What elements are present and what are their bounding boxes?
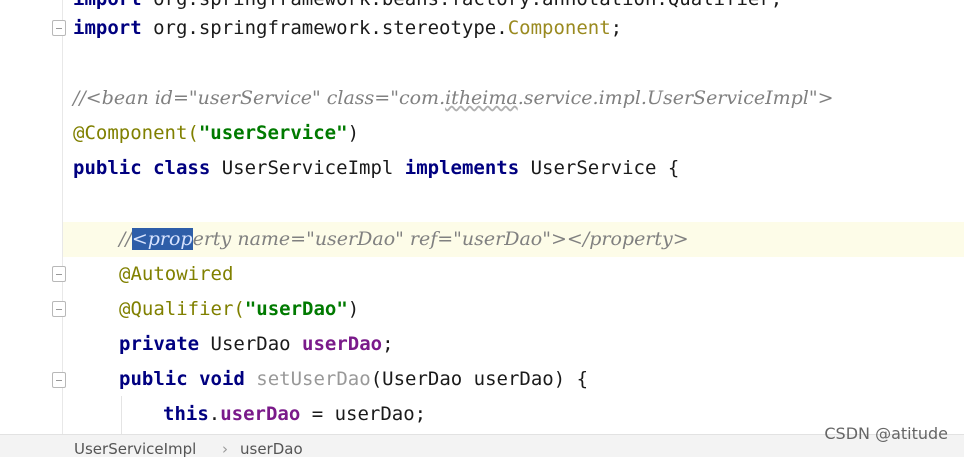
import-path: org.springframework.beans.factory.annota… [142, 0, 782, 10]
watermark: CSDN @atitude [824, 424, 948, 443]
code-line-autowired[interactable]: @Autowired [119, 257, 233, 292]
code-line-bean-comment[interactable]: //<bean id="userService" class="com.ithe… [73, 81, 834, 116]
code-line-component-annotation[interactable]: @Component("userService") [73, 116, 359, 151]
keyword-public: public [119, 368, 188, 390]
code-line-import-component[interactable]: import org.springframework.stereotype.Co… [73, 11, 622, 46]
editor-gutter [0, 0, 66, 434]
code-line-setter-body[interactable]: this.userDao = userDao; [163, 397, 426, 432]
type-name: UserDao [199, 333, 303, 355]
annotation: @Autowired [119, 263, 234, 285]
semicolon: ; [382, 333, 394, 355]
breadcrumb-member[interactable]: userDao [240, 435, 303, 463]
field-name: userDao [302, 333, 383, 355]
keyword-import: import [73, 17, 142, 39]
field-name: userDao [220, 403, 301, 425]
dot: . [208, 403, 221, 425]
code-line-field-declaration[interactable]: private UserDao userDao; [119, 327, 394, 362]
breadcrumb: UserServiceImpl › userDao [0, 434, 964, 458]
string-literal: "userService" [198, 122, 348, 144]
selected-text[interactable]: <prop [131, 228, 193, 250]
semicolon: ; [610, 17, 623, 39]
paren: ) [347, 298, 360, 320]
comment-slashes: // [119, 228, 132, 250]
code-line-class-declaration[interactable]: public class UserServiceImpl implements … [73, 151, 679, 186]
assignment: = userDao; [300, 403, 427, 425]
method-params: (UserDao userDao) { [370, 368, 589, 390]
paren: ) [347, 122, 360, 144]
comment-typo-word: itheima [445, 87, 518, 109]
keyword-implements: implements [404, 157, 520, 179]
keyword-void: void [199, 368, 245, 390]
class-name: UserServiceImpl [210, 157, 405, 179]
code-line-property-comment[interactable]: //<property name="userDao" ref="userDao"… [63, 222, 964, 257]
comment-text: .service.impl.UserServiceImpl"> [517, 87, 834, 109]
interface-name: UserService { [519, 157, 680, 179]
keyword-import: import [73, 0, 142, 10]
import-class: Component [507, 17, 611, 39]
code-line-setter-declaration[interactable]: public void setUserDao(UserDao userDao) … [119, 362, 588, 397]
import-package: org.springframework.stereotype. [141, 17, 508, 39]
comment-text: erty name="userDao" ref="userDao"></prop… [192, 228, 689, 250]
keyword-private: private [119, 333, 200, 355]
keyword-this: this [163, 403, 209, 425]
annotation: @Component( [73, 122, 199, 144]
keyword-public: public [73, 157, 142, 179]
breadcrumb-class[interactable]: UserServiceImpl [74, 435, 196, 463]
keyword-class: class [153, 157, 211, 179]
code-editor[interactable]: import org.springframework.beans.factory… [63, 0, 964, 434]
indent-guide [121, 396, 122, 434]
string-literal: "userDao" [244, 298, 348, 320]
comment-text: //<bean id="userService" class="com. [73, 87, 446, 109]
method-name: setUserDao [244, 368, 371, 390]
code-line-qualifier[interactable]: @Qualifier("userDao") [119, 292, 359, 327]
annotation: @Qualifier( [119, 298, 245, 320]
breadcrumb-separator: › [222, 440, 228, 458]
